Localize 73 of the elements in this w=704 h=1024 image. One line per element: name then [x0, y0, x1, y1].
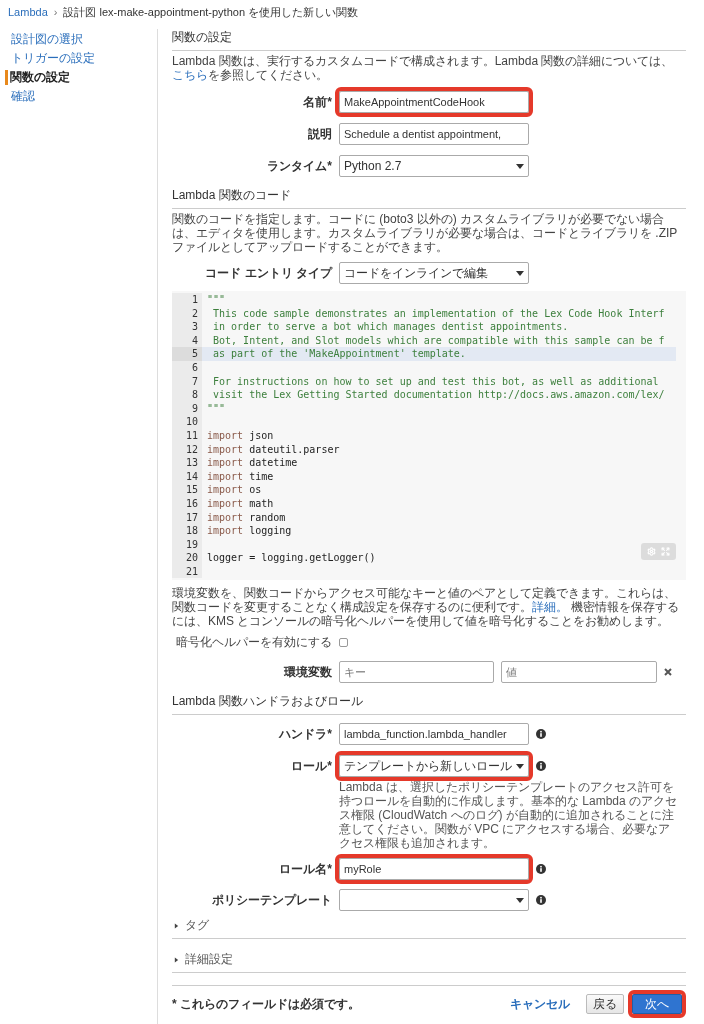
line-number: 20	[172, 551, 202, 565]
sidebar-item[interactable]: 設計図の選択	[8, 32, 157, 47]
field-label: コード エントリ タイプ	[204, 264, 332, 282]
select-field[interactable]: コードをインラインで編集	[339, 262, 529, 284]
breadcrumb-current: 設計図 lex-make-appointment-python を使用した新しい関数	[63, 4, 359, 20]
collapsible-header[interactable]: 詳細設定	[172, 951, 686, 974]
field-label: ロール名*	[278, 860, 332, 878]
sidebar-item[interactable]: 確認	[8, 89, 157, 104]
back-button[interactable]: 戻る	[586, 994, 624, 1015]
info-icon[interactable]	[536, 761, 546, 772]
value-field[interactable]: 値	[501, 661, 657, 684]
line-number: 3	[172, 320, 202, 334]
remove-icon[interactable]	[664, 668, 672, 677]
collapsible-header[interactable]: タグ	[172, 917, 686, 940]
code-line: Bot, Intent, and Slot models which are compatible with this sample can be f	[212, 333, 665, 348]
sidebar-item[interactable]: トリガーの設定	[8, 51, 157, 66]
field-label: 環境変数	[282, 663, 332, 681]
line-number: 10	[172, 415, 202, 429]
code-line: import dateutil.parser	[206, 442, 340, 457]
breadcrumb-separator: ›	[53, 6, 58, 18]
key-field[interactable]: キー	[339, 661, 494, 684]
line-number: 18	[172, 524, 202, 538]
checkbox-label: 暗号化ヘルパーを有効にする	[175, 634, 332, 652]
line-number: 13	[172, 456, 202, 470]
text-field[interactable]: Schedule a dentist appointment,	[339, 123, 529, 145]
section-title: 関数の設定	[172, 29, 686, 51]
code-line: import logging	[206, 524, 292, 538]
details-link[interactable]: 詳細。	[532, 600, 568, 615]
field-label: ロール*	[290, 757, 332, 775]
description-text: 環境変数を、関数コードからアクセス可能なキーと値のペアとして定義できます。これらは、関数コードを変更することなく構成設定を保存するのに便利です。詳細。 機密情報を保存するには、KMS とコンソールの暗号化ヘルパーを使用して値を暗号化することをお勧めします。	[172, 586, 681, 629]
field-label: 説明	[307, 125, 332, 143]
code-line: import os	[206, 483, 262, 497]
field-label: ポリシーテンプレート	[211, 891, 332, 909]
line-number: 5	[172, 347, 202, 361]
caret-icon	[516, 270, 524, 276]
description-text: Lambda 関数は、実行するカスタムコードで構成されます。Lambda 関数の詳細については、 こちら を参照してください。	[172, 54, 675, 82]
select-field[interactable]: Python 2.7	[339, 155, 529, 177]
code-line: For instructions on how to set up and test this bot, as well as additional	[212, 374, 659, 389]
section-title: Lambda 関数のコード	[172, 187, 686, 209]
code-line: visit the Lex Getting Started documentation http://docs.aws.amazon.com/lex/	[212, 388, 665, 402]
code-line: This code sample demonstrates an implementation of the Lex Code Hook Interf	[212, 306, 665, 321]
code-line: logger = logging.getLogger()	[206, 551, 376, 565]
code-line: in order to serve a bot which manages dentist appointments.	[212, 320, 569, 334]
sidebar-item[interactable]: 関数の設定	[5, 70, 157, 85]
code-line: import math	[206, 496, 274, 511]
required-note: * これらのフィールドは必須です。	[172, 995, 361, 1013]
breadcrumb-link[interactable]: Lambda	[8, 6, 48, 18]
code-line: import time	[206, 469, 274, 484]
description-text: 関数のコードを指定します。コードに (boto3 以外の) カスタムライブラリが必要でない場合は、エディタを使用します。カスタムライブラリが必要な場合は、コードとライブラリを .ZIP ファイルとしてアップロードすることができます。	[172, 212, 679, 254]
code-line: import json	[206, 428, 274, 443]
code-line: """	[206, 293, 226, 307]
info-icon[interactable]	[536, 864, 546, 875]
cancel-link[interactable]: キャンセル	[510, 995, 570, 1013]
code-line: """	[206, 401, 226, 416]
section-title: Lambda 関数ハンドラおよびロール	[172, 693, 686, 716]
caret-icon	[516, 897, 524, 903]
help-text: Lambda は、選択したポリシーテンプレートのアクセス許可を持つロールを自動的に作成します。基本的な Lambda のアクセス権限 (CloudWatch へのログ) が自動的に追加されることに注意してください。関数が VPC にアクセスする場合、必要なアクセス権限も追加されます。	[339, 780, 679, 851]
line-number: 8	[172, 388, 202, 402]
code-line: import datetime	[206, 456, 298, 470]
caret-icon	[516, 763, 524, 769]
info-icon[interactable]	[536, 895, 546, 906]
field-label: ランタイム*	[266, 157, 332, 175]
line-number: 1	[172, 293, 202, 307]
select-field[interactable]	[339, 889, 529, 912]
code-line: import random	[206, 510, 286, 525]
line-number: 15	[172, 483, 202, 497]
details-link[interactable]: こちら	[172, 68, 208, 82]
text-field[interactable]: lambda_function.lambda_handler	[339, 723, 529, 746]
info-icon[interactable]	[536, 729, 546, 740]
checkbox[interactable]	[339, 638, 348, 648]
field-label: ハンドラ*	[277, 725, 332, 743]
caret-icon	[516, 163, 524, 169]
field-label: 名前*	[302, 93, 332, 111]
